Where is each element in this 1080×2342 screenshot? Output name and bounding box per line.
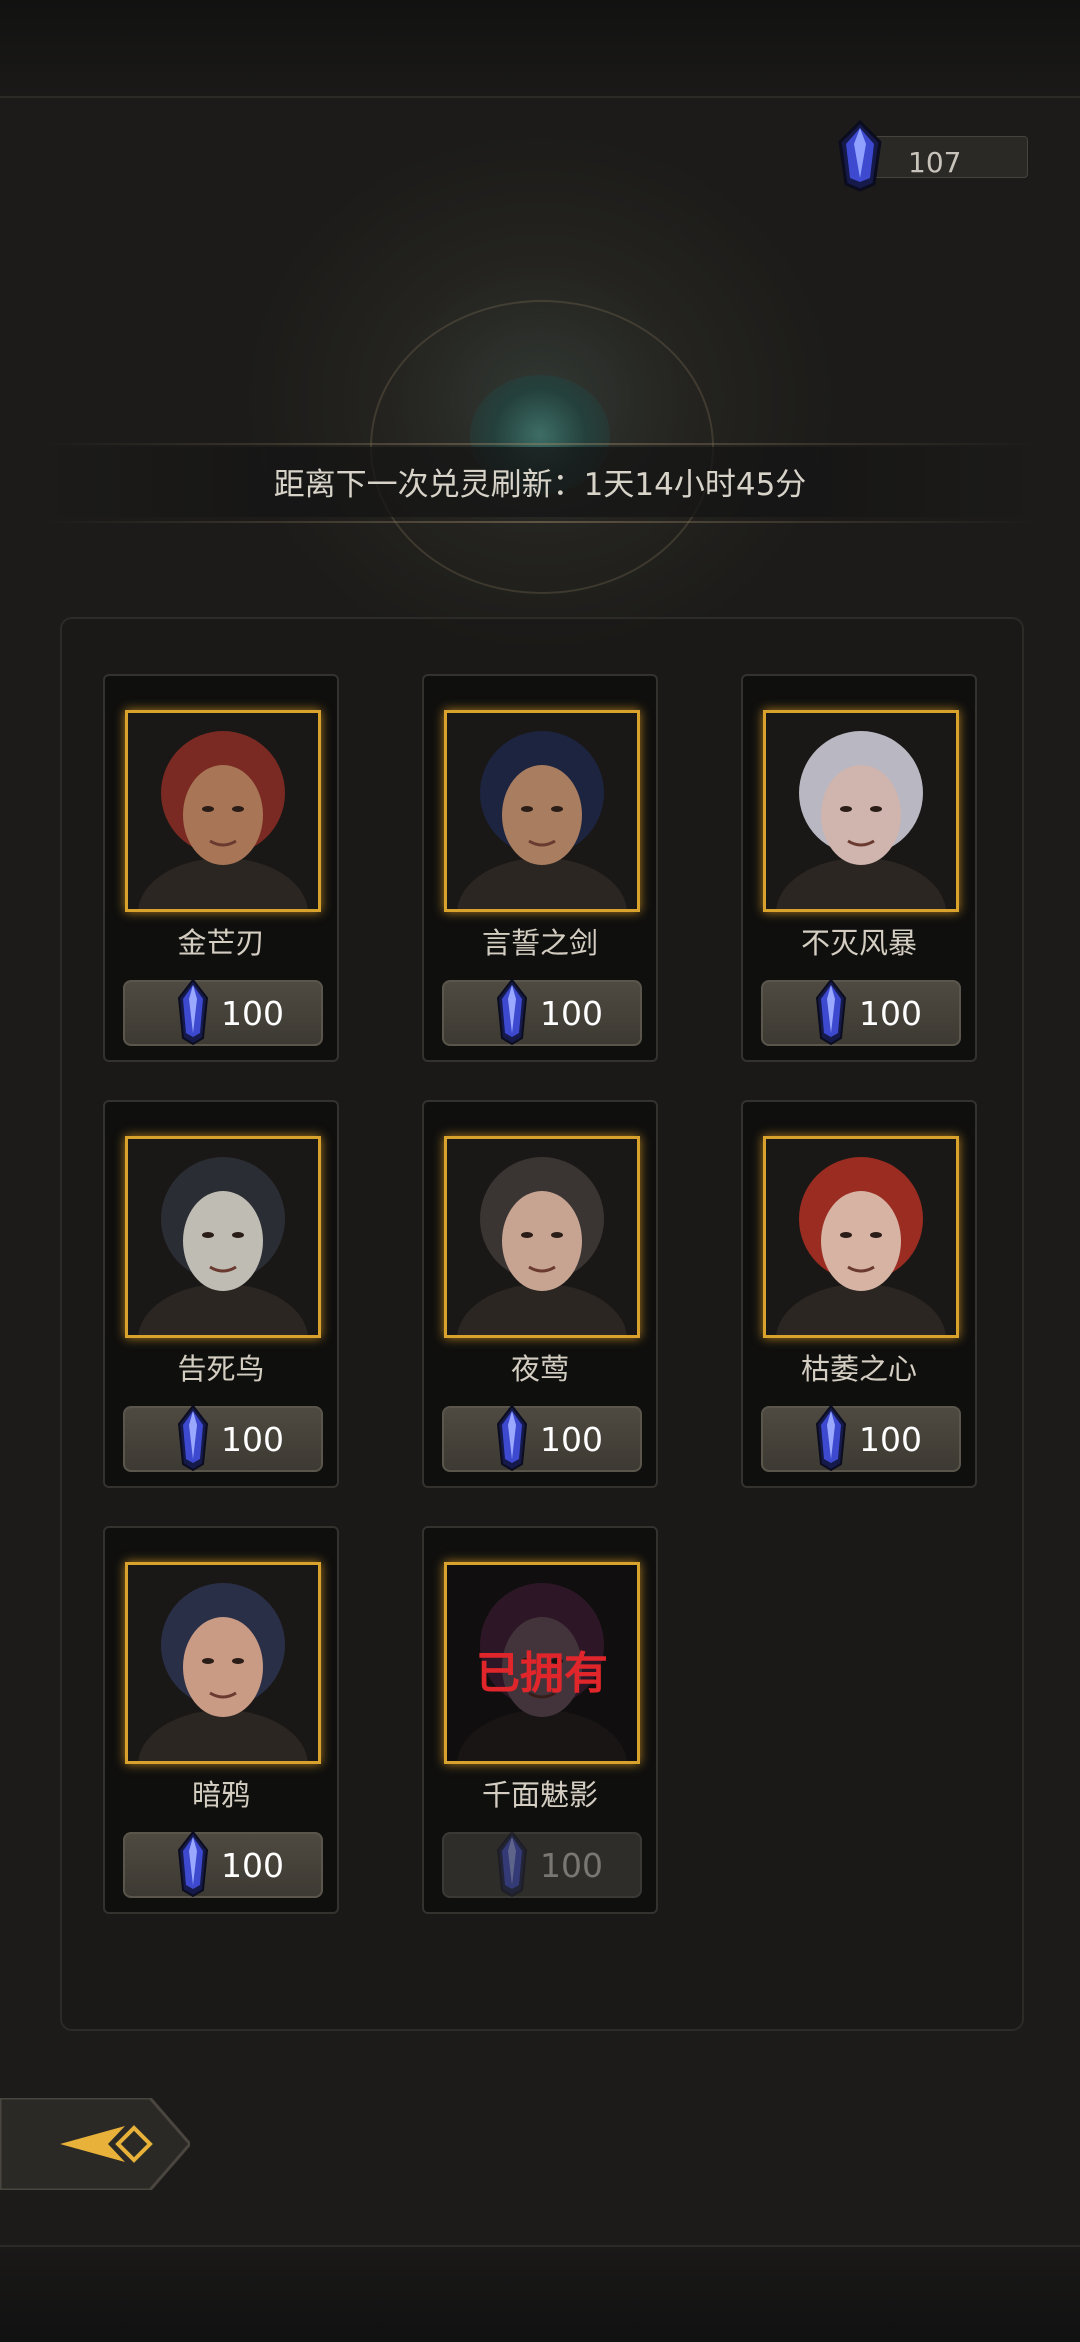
price-value: 100 (859, 1420, 922, 1459)
hero-name: 夜莺 (510, 1352, 569, 1386)
hero-card[interactable]: 告死鸟 100 (103, 1100, 339, 1488)
currency-display: 107 (830, 120, 1028, 192)
bottom-band (0, 2245, 1080, 2342)
owned-label: 已拥有 (476, 1648, 608, 1699)
price-value: 100 (540, 994, 603, 1033)
hero-portrait[interactable] (125, 1136, 321, 1338)
exchange-button: 100 (442, 1830, 642, 1898)
hero-card[interactable]: 枯萎之心 100 (741, 1100, 977, 1488)
back-button[interactable] (0, 2098, 190, 2190)
hero-name: 金芒刃 (177, 926, 265, 960)
hero-card[interactable]: 金芒刃 100 (103, 674, 339, 1062)
crystal-icon (173, 1830, 213, 1898)
exchange-button[interactable]: 100 (761, 978, 961, 1046)
hero-portrait[interactable] (125, 710, 321, 912)
exchange-button[interactable]: 100 (123, 978, 323, 1046)
hero-portrait[interactable] (763, 1136, 959, 1338)
currency-amount: 107 (908, 146, 962, 179)
crystal-icon (492, 1830, 532, 1898)
crystal-icon (811, 1404, 851, 1472)
exchange-button[interactable]: 100 (123, 1830, 323, 1898)
exchange-button[interactable]: 100 (761, 1404, 961, 1472)
hero-name: 告死鸟 (177, 1352, 265, 1386)
crystal-icon (173, 978, 213, 1046)
hero-portrait[interactable] (444, 710, 640, 912)
hero-name: 枯萎之心 (800, 1352, 917, 1386)
refresh-divider-top (40, 443, 1040, 445)
price-value: 100 (540, 1846, 603, 1885)
exchange-button[interactable]: 100 (123, 1404, 323, 1472)
price-value: 100 (540, 1420, 603, 1459)
price-value: 100 (859, 994, 922, 1033)
hero-card[interactable]: 不灭风暴 100 (741, 674, 977, 1062)
crystal-icon (492, 1404, 532, 1472)
owned-overlay: 已拥有 (447, 1565, 637, 1761)
hero-name: 不灭风暴 (800, 926, 917, 960)
hero-card[interactable]: 暗鸦 100 (103, 1526, 339, 1914)
hero-card[interactable]: 已拥有千面魅影 100 (422, 1526, 658, 1914)
exchange-button[interactable]: 100 (442, 978, 642, 1046)
crystal-icon (838, 120, 882, 192)
hero-portrait[interactable]: 已拥有 (444, 1562, 640, 1764)
price-value: 100 (221, 1846, 284, 1885)
hero-card[interactable]: 夜莺 100 (422, 1100, 658, 1488)
hero-name: 千面魅影 (481, 1778, 598, 1812)
hero-portrait[interactable] (125, 1562, 321, 1764)
top-band (0, 0, 1080, 98)
hero-name: 言誓之剑 (481, 926, 598, 960)
refresh-countdown: 距离下一次兑灵刷新：1天14小时45分 (273, 467, 807, 503)
price-value: 100 (221, 1420, 284, 1459)
hero-portrait[interactable] (763, 710, 959, 912)
hero-name: 暗鸦 (191, 1778, 250, 1812)
price-value: 100 (221, 994, 284, 1033)
crystal-icon (811, 978, 851, 1046)
hero-portrait[interactable] (444, 1136, 640, 1338)
hero-card[interactable]: 言誓之剑 100 (422, 674, 658, 1062)
refresh-divider-bottom (40, 521, 1040, 523)
crystal-icon (492, 978, 532, 1046)
crystal-icon (173, 1404, 213, 1472)
exchange-button[interactable]: 100 (442, 1404, 642, 1472)
